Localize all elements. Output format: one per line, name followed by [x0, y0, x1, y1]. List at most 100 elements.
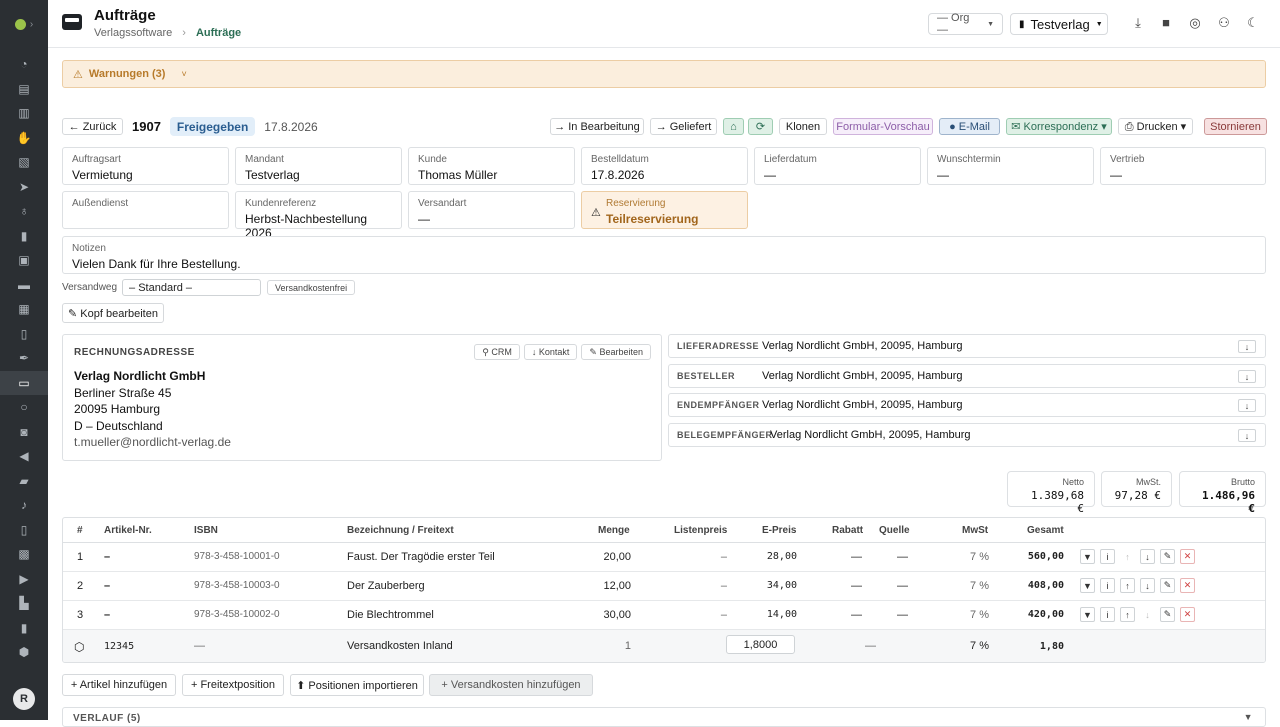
- hand-icon[interactable]: ✋: [0, 126, 48, 151]
- expand-icon[interactable]: ▼: [1080, 578, 1095, 593]
- field-bestelldatum[interactable]: Bestelldatum 17.8.2026: [581, 147, 748, 185]
- orders-icon[interactable]: ▭: [0, 370, 48, 395]
- stornieren-button[interactable]: Stornieren: [1204, 118, 1267, 135]
- broadcast-icon[interactable]: ◎: [1187, 15, 1203, 31]
- briefcase-icon[interactable]: ▬: [0, 273, 48, 298]
- stack-icon[interactable]: ▧: [0, 150, 48, 175]
- address-row-belegempfaenger[interactable]: BELEGEMPFÄNGER Verlag Nordlicht GmbH, 20…: [668, 423, 1266, 447]
- move-down-icon[interactable]: ↓: [1140, 549, 1155, 564]
- add-article-button[interactable]: + Artikel hinzufügen: [62, 674, 176, 696]
- field-aussendienst[interactable]: Außendienst: [62, 191, 229, 229]
- car-icon[interactable]: ▰: [0, 469, 48, 494]
- back-button[interactable]: ← Zurück: [62, 118, 123, 135]
- rail-top[interactable]: ›: [0, 0, 48, 48]
- field-wunschtermin[interactable]: Wunschtermin —: [927, 147, 1094, 185]
- receipt-icon[interactable]: ▯: [0, 322, 48, 347]
- arrow-down-icon[interactable]: ↓: [1238, 370, 1256, 383]
- klonen-button[interactable]: Klonen: [779, 118, 827, 135]
- kopf-bearbeiten-button[interactable]: ✎ Kopf bearbeiten: [62, 303, 164, 323]
- home-icon[interactable]: ⌂: [723, 118, 744, 135]
- move-up-icon[interactable]: ↑: [1120, 578, 1135, 593]
- korrespondenz-button[interactable]: ✉ Korrespondenz ▾: [1006, 118, 1112, 135]
- verlag-select[interactable]: ▮ Testverlag ▼: [1010, 13, 1108, 35]
- import-positions-button[interactable]: ⬆ Positionen importieren: [290, 674, 424, 696]
- news-icon[interactable]: ▦: [0, 297, 48, 322]
- add-freetext-button[interactable]: + Freitextposition: [182, 674, 284, 696]
- calendar-icon[interactable]: ▤: [0, 77, 48, 102]
- boxes-icon[interactable]: ▩: [0, 542, 48, 567]
- chat-icon[interactable]: ■: [1158, 15, 1174, 31]
- edit-icon[interactable]: ✎: [1160, 549, 1175, 564]
- notes-field[interactable]: Notizen Vielen Dank für Ihre Bestellung.: [62, 236, 1266, 274]
- music-icon[interactable]: ♪: [0, 493, 48, 518]
- feather-icon[interactable]: ✒: [0, 346, 48, 371]
- address-row-besteller[interactable]: BESTELLER Verlag Nordlicht GmbH, 20095, …: [668, 364, 1266, 388]
- circle-icon[interactable]: ○: [0, 395, 48, 420]
- stats-icon[interactable]: ▙: [0, 591, 48, 616]
- billing-email[interactable]: t.mueller@nordlicht-verlag.de: [74, 434, 231, 451]
- org-select[interactable]: — Org — ▼: [928, 12, 1003, 36]
- download-icon[interactable]: ⤓: [1130, 15, 1146, 31]
- geliefert-button[interactable]: → Geliefert: [650, 118, 717, 135]
- move-up-icon[interactable]: ↑: [1120, 607, 1135, 622]
- drucken-button[interactable]: ⎙ Drucken ▾: [1118, 118, 1193, 135]
- table-row[interactable]: 1 – 978-3-458-10001-0 Faust. Der Tragödi…: [63, 543, 1265, 572]
- address-row-liefer[interactable]: LIEFERADRESSE Verlag Nordlicht GmbH, 200…: [668, 334, 1266, 358]
- arrow-down-icon[interactable]: ↓: [1238, 399, 1256, 412]
- send-icon[interactable]: ➤: [0, 175, 48, 200]
- moon-icon[interactable]: ☾: [1245, 15, 1261, 31]
- email-button[interactable]: ● E-Mail: [939, 118, 1000, 135]
- info-icon[interactable]: i: [1100, 578, 1115, 593]
- field-versandart[interactable]: Versandart —: [408, 191, 575, 229]
- document-icon[interactable]: ▯: [0, 518, 48, 543]
- address-row-endempfaenger[interactable]: ENDEMPFÄNGER Verlag Nordlicht GmbH, 2009…: [668, 393, 1266, 417]
- edit-icon[interactable]: ✎: [1160, 578, 1175, 593]
- dashboard-icon[interactable]: ◔: [0, 52, 48, 77]
- in-bearbeitung-button[interactable]: → In Bearbeitung: [550, 118, 644, 135]
- field-vertrieb[interactable]: Vertrieb —: [1100, 147, 1266, 185]
- avatar[interactable]: R: [13, 688, 35, 710]
- versandkostenfrei-toggle[interactable]: Versandkostenfrei: [267, 280, 356, 295]
- image-icon[interactable]: ▣: [0, 248, 48, 273]
- truck-icon[interactable]: ▶: [0, 567, 48, 592]
- kanban-icon[interactable]: ▥: [0, 101, 48, 126]
- field-kundenreferenz[interactable]: Kundenreferenz Herbst-Nachbestellung 202…: [235, 191, 402, 240]
- arrow-down-icon[interactable]: ↓: [1238, 429, 1256, 442]
- expand-icon[interactable]: ▼: [1080, 549, 1095, 564]
- shield-icon[interactable]: ⬢: [0, 640, 48, 665]
- expand-icon[interactable]: ▼: [1080, 607, 1095, 622]
- info-icon[interactable]: i: [1100, 549, 1115, 564]
- move-down-icon[interactable]: ↓: [1140, 578, 1155, 593]
- field-auftragsart[interactable]: Auftragsart Vermietung: [62, 147, 229, 185]
- bulb-icon[interactable]: ♁: [0, 199, 48, 224]
- add-shipping-button[interactable]: + Versandkosten hinzufügen: [429, 674, 593, 696]
- formular-vorschau-button[interactable]: Formular-Vorschau: [833, 118, 933, 135]
- delete-icon[interactable]: ✕: [1180, 549, 1195, 564]
- shipping-price-input[interactable]: 1,8000: [726, 635, 795, 654]
- table-row[interactable]: 3 – 978-3-458-10002-0 Die Blechtrommel 3…: [63, 601, 1265, 630]
- bag-icon[interactable]: ◙: [0, 420, 48, 445]
- delete-icon[interactable]: ✕: [1180, 578, 1195, 593]
- crm-button[interactable]: ⚲ CRM: [474, 344, 520, 360]
- refresh-icon[interactable]: ⟳: [748, 118, 773, 135]
- versandweg-select[interactable]: – Standard –: [122, 279, 262, 296]
- arrow-down-icon[interactable]: ↓: [1238, 340, 1256, 353]
- edit-icon[interactable]: ✎: [1160, 607, 1175, 622]
- field-lieferdatum[interactable]: Lieferdatum —: [754, 147, 921, 185]
- megaphone-icon[interactable]: ◀: [0, 444, 48, 469]
- breadcrumb-item[interactable]: Verlagssoftware: [94, 27, 172, 39]
- field-reservierung[interactable]: ⚠ Reservierung Teilreservierung: [581, 191, 748, 229]
- field-kunde[interactable]: Kunde Thomas Müller: [408, 147, 575, 185]
- invoice-icon[interactable]: ▮: [0, 616, 48, 641]
- users-icon[interactable]: ⚇: [1216, 15, 1232, 31]
- warnings-banner[interactable]: ⚠ Warnungen (3) ˅: [62, 60, 1266, 88]
- history-section[interactable]: VERLAUF (5) ▼: [62, 707, 1266, 727]
- delete-icon[interactable]: ✕: [1180, 607, 1195, 622]
- table-row[interactable]: 2 – 978-3-458-10003-0 Der Zauberberg 12,…: [63, 572, 1265, 601]
- bearbeiten-button[interactable]: ✎ Bearbeiten: [581, 344, 651, 360]
- chevron-right-icon[interactable]: ›: [30, 19, 33, 30]
- info-icon[interactable]: i: [1100, 607, 1115, 622]
- field-mandant[interactable]: Mandant Testverlag: [235, 147, 402, 185]
- kontakt-button[interactable]: ↓ Kontakt: [523, 344, 578, 360]
- library-icon[interactable]: ▮: [0, 224, 48, 249]
